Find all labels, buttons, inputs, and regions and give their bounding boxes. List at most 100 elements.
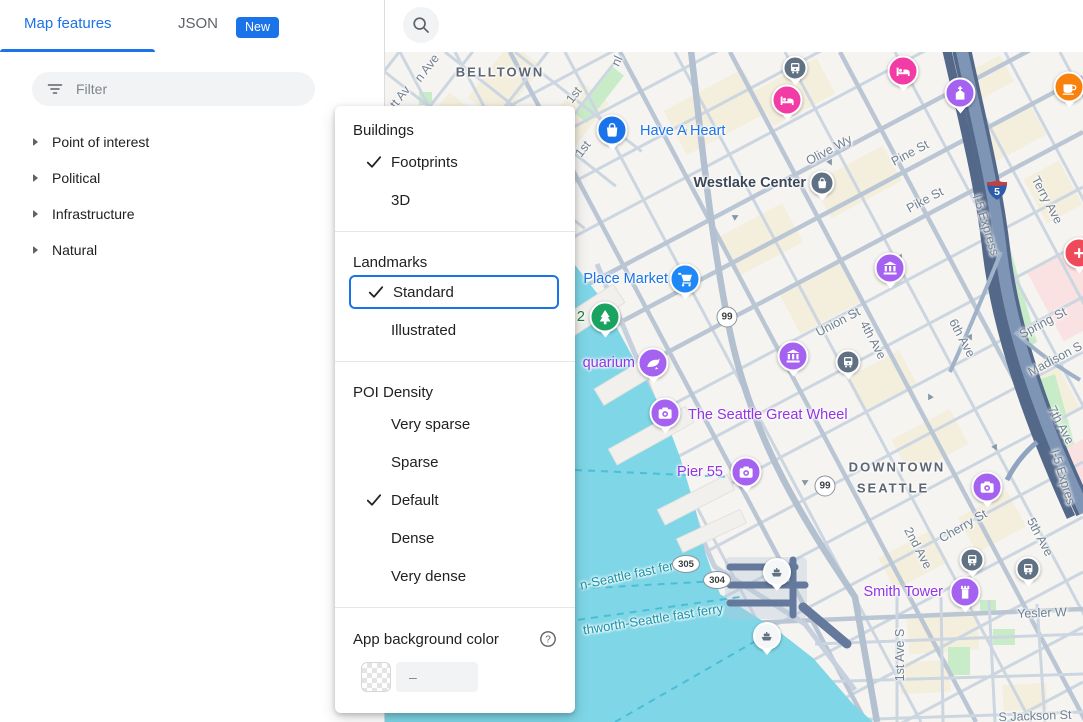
- poi-label-the-seattle-great-wheel[interactable]: The Seattle Great Wheel: [688, 407, 848, 423]
- poi-label-have-a-heart[interactable]: Have A Heart: [640, 123, 725, 139]
- train-pin-icon[interactable]: [836, 350, 861, 375]
- option-label: Dense: [391, 530, 434, 547]
- background-color-row: –: [361, 662, 575, 692]
- checkbox-empty: [365, 321, 383, 339]
- cart-pin-icon[interactable]: [670, 264, 701, 295]
- section-title: Landmarks: [353, 254, 427, 271]
- tree-pin-icon[interactable]: [590, 302, 621, 333]
- section-title: POI Density: [353, 384, 433, 401]
- option-label: Very sparse: [391, 416, 470, 433]
- checkbox-empty: [365, 567, 383, 585]
- tree-item-label: Point of interest: [52, 134, 149, 150]
- option-illustrated[interactable]: Illustrated: [335, 311, 575, 349]
- option-default[interactable]: Default: [335, 481, 575, 519]
- checkmark-icon: [365, 153, 383, 171]
- active-tab-underline: [0, 49, 155, 52]
- checkmark-icon: [367, 283, 385, 301]
- expand-arrow-icon[interactable]: [33, 210, 38, 218]
- route-shield-5: 5: [986, 179, 1009, 202]
- map-label-s-jackson-st: S Jackson St: [998, 708, 1071, 722]
- filter-input[interactable]: [76, 81, 301, 97]
- dolphin-pin-icon[interactable]: [638, 348, 669, 379]
- option-label: 3D: [391, 192, 410, 209]
- tab-map-features[interactable]: Map features: [24, 15, 112, 32]
- poi-label-smith-tower[interactable]: Smith Tower: [863, 584, 943, 600]
- section-poi-density: POI Density Very sparse Sparse Default Dense…: [335, 368, 575, 601]
- filter-field[interactable]: [32, 72, 315, 106]
- train-pin-icon[interactable]: [1016, 557, 1041, 582]
- tree-item-natural[interactable]: Natural: [0, 232, 385, 268]
- checkbox-empty: [365, 529, 383, 547]
- camera-pin-icon[interactable]: [731, 457, 762, 488]
- bed-pin-icon[interactable]: [772, 85, 803, 116]
- tree-item-label: Infrastructure: [52, 206, 134, 222]
- section-landmarks: Landmarks Standard Illustrated: [335, 238, 575, 355]
- map-settings-panel: Buildings Footprints 3D Landmarks Standard Il…: [335, 106, 575, 713]
- checkbox-empty: [365, 415, 383, 433]
- map-label-seattle: SEATTLE: [857, 481, 929, 496]
- tree-item-infrastructure[interactable]: Infrastructure: [0, 196, 385, 232]
- map-toolbar: [386, 0, 1083, 52]
- option-standard[interactable]: Standard: [349, 275, 559, 309]
- map-label-belltown: BELLTOWN: [456, 65, 544, 80]
- route-shield-305: 305: [672, 555, 700, 573]
- bed-pin-icon[interactable]: [888, 56, 919, 87]
- poi-label-quarium[interactable]: quarium: [583, 355, 635, 371]
- option-label: Sparse: [391, 454, 439, 471]
- tree-item-political[interactable]: Political: [0, 160, 385, 196]
- option-very-dense[interactable]: Very dense: [335, 557, 575, 595]
- section-title: Buildings: [353, 122, 414, 139]
- poi-label-westlake-center[interactable]: Westlake Center: [693, 175, 806, 191]
- route-shield-304: 304: [703, 571, 731, 589]
- section-app-background-color: App background color? –: [335, 614, 575, 708]
- svg-text:?: ?: [545, 635, 551, 646]
- option-label: Illustrated: [391, 322, 456, 339]
- filter-icon: [46, 80, 64, 98]
- section-divider: [335, 361, 575, 362]
- option-very-sparse[interactable]: Very sparse: [335, 405, 575, 443]
- expand-arrow-icon[interactable]: [33, 246, 38, 254]
- option-sparse[interactable]: Sparse: [335, 443, 575, 481]
- help-icon[interactable]: ?: [539, 630, 557, 648]
- coffee-pin-icon[interactable]: [1054, 72, 1083, 103]
- feature-tree: Point of interest Political Infrastructure…: [0, 124, 385, 268]
- museum-pin-icon[interactable]: [778, 341, 809, 372]
- map-style-editor: BELLTOWNDOWNTOWNSEATTLEn Avett Av1st1stn…: [0, 0, 1083, 722]
- poi-label-pier-55[interactable]: Pier 55: [677, 464, 723, 480]
- section-title: App background color: [353, 631, 499, 648]
- option-label: Footprints: [391, 154, 458, 171]
- poi-label-place-market[interactable]: Place Market: [583, 271, 668, 287]
- tree-item-label: Political: [52, 170, 100, 186]
- tree-item-point-of-interest[interactable]: Point of interest: [0, 124, 385, 160]
- color-value-input[interactable]: –: [396, 662, 478, 692]
- option-label: Standard: [393, 284, 454, 301]
- checkbox-empty: [365, 453, 383, 471]
- transparent-color-swatch[interactable]: [361, 662, 391, 692]
- option-footprints[interactable]: Footprints: [335, 143, 575, 181]
- ferry-pin-icon[interactable]: [763, 558, 791, 586]
- option-3d[interactable]: 3D: [335, 181, 575, 219]
- section-divider: [335, 607, 575, 608]
- ferry-pin-icon[interactable]: [753, 622, 781, 650]
- route-shield-99: 99: [815, 476, 836, 497]
- train-pin-icon[interactable]: [960, 548, 985, 573]
- camera-pin-icon[interactable]: [650, 398, 681, 429]
- poi-label-2[interactable]: 2: [577, 309, 585, 325]
- tab-json[interactable]: JSON: [178, 15, 218, 32]
- bag-pin-icon[interactable]: [597, 115, 628, 146]
- search-button[interactable]: [403, 7, 439, 43]
- tree-item-label: Natural: [52, 242, 97, 258]
- tower-pin-icon[interactable]: [950, 577, 981, 608]
- expand-arrow-icon[interactable]: [33, 138, 38, 146]
- map-label-downtown: DOWNTOWN: [849, 460, 946, 475]
- museum-pin-icon[interactable]: [875, 253, 906, 284]
- expand-arrow-icon[interactable]: [33, 174, 38, 182]
- checkmark-icon: [365, 491, 383, 509]
- option-dense[interactable]: Dense: [335, 519, 575, 557]
- section-divider: [335, 231, 575, 232]
- train-pin-icon[interactable]: [783, 56, 808, 81]
- church-pin-icon[interactable]: [945, 78, 976, 109]
- bag-pin-icon[interactable]: [810, 171, 835, 196]
- camera-pin-icon[interactable]: [972, 472, 1003, 503]
- option-label: Very dense: [391, 568, 466, 585]
